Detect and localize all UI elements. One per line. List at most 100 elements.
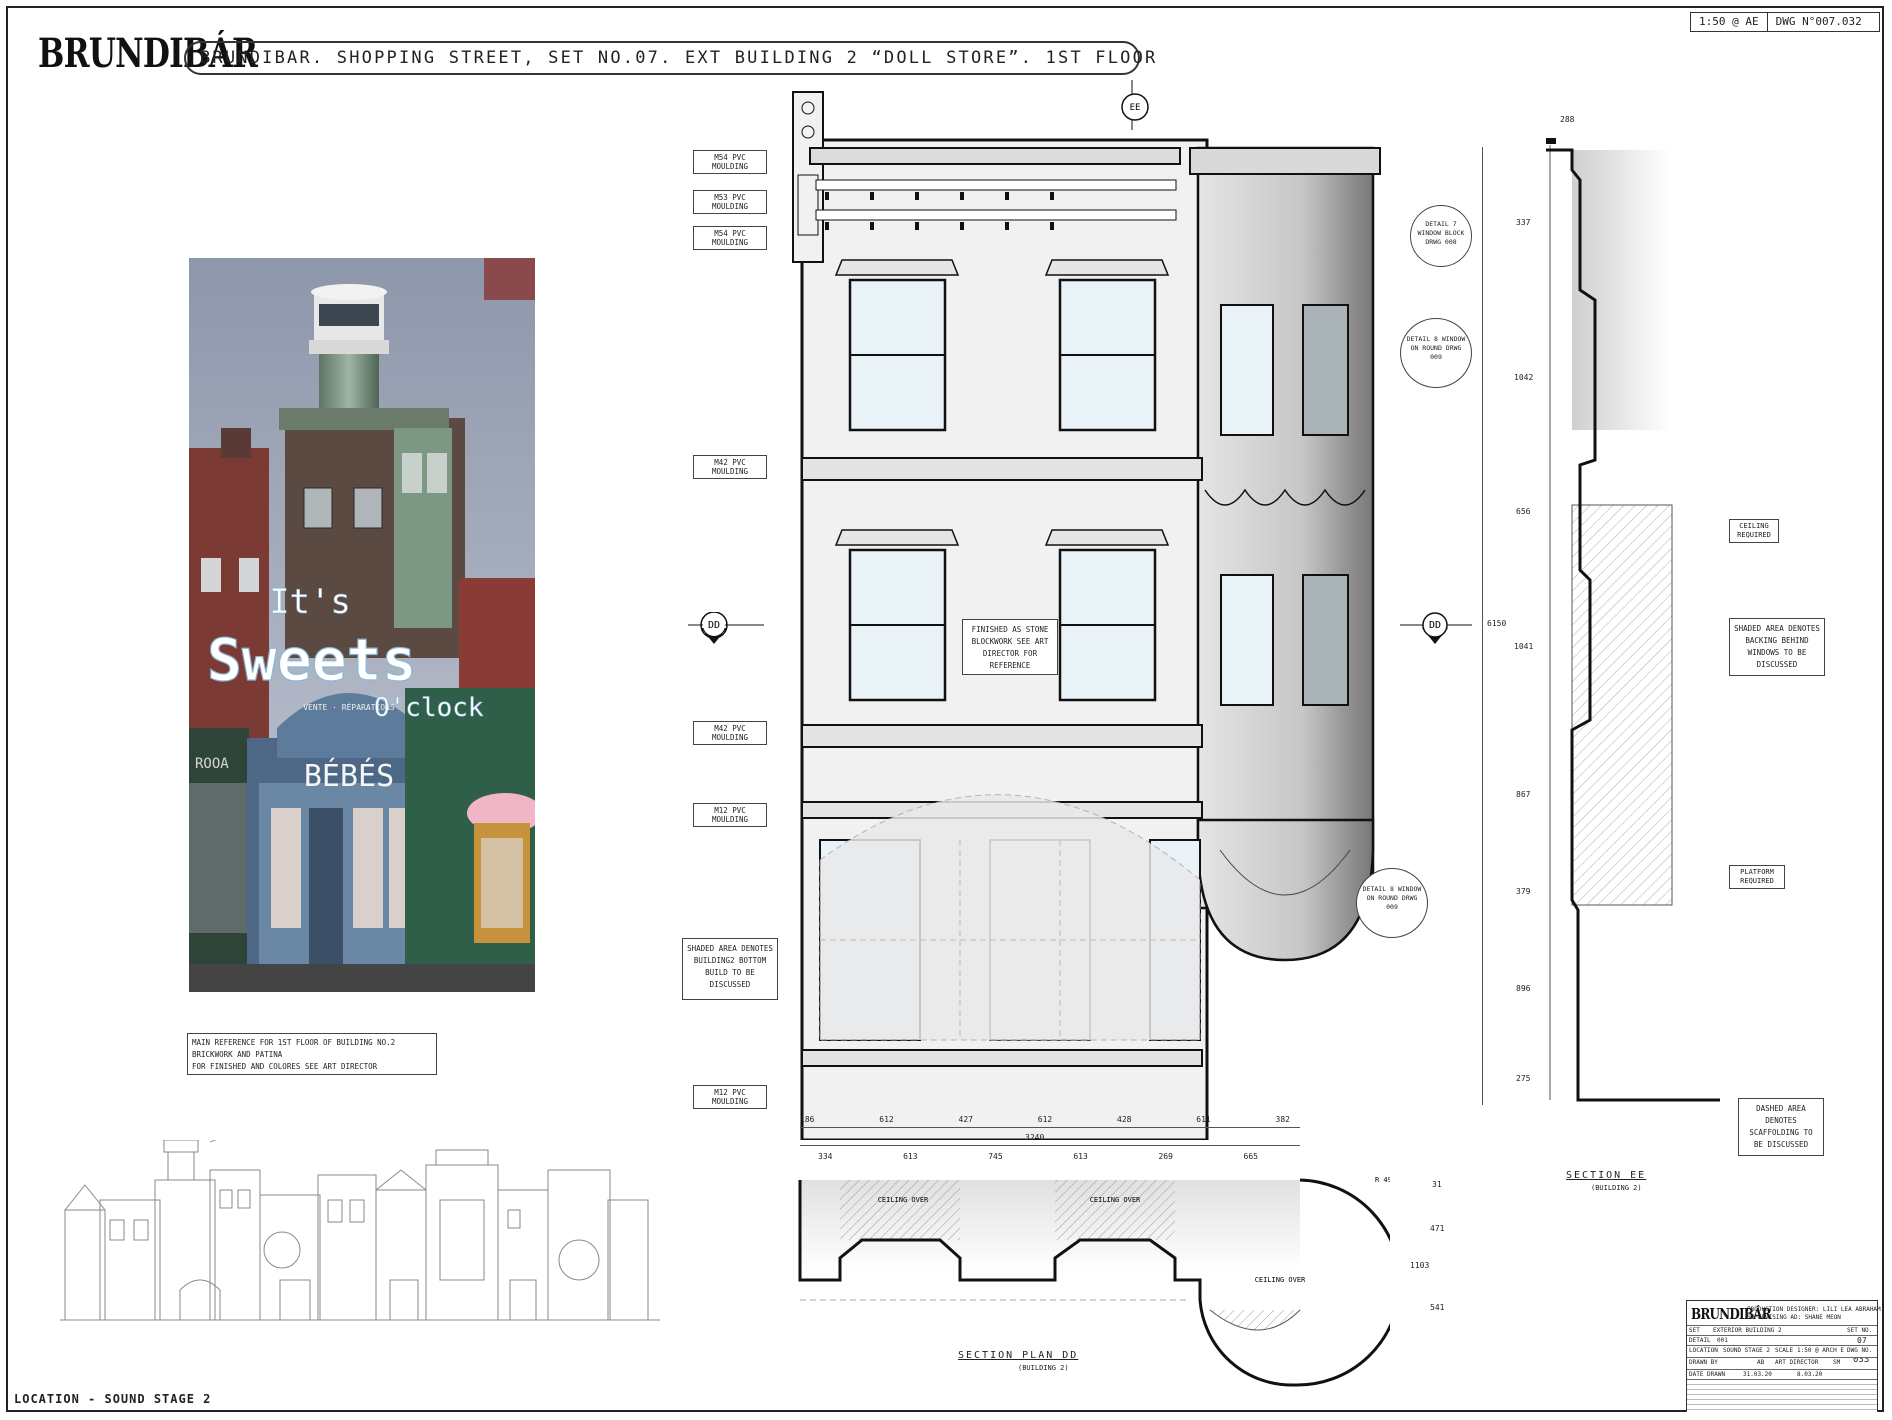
street-sketch bbox=[60, 1140, 660, 1321]
drawing-sheet: BRUNDIBÁR BRUNDIBAR. SHOPPING STREET, SE… bbox=[0, 0, 1892, 1420]
scale-value: 1:50 @ AE bbox=[1691, 13, 1768, 31]
sheet-title: BRUNDIBAR. SHOPPING STREET, SET NO.07. E… bbox=[184, 41, 1155, 75]
dd-marker-right: DD bbox=[1400, 612, 1472, 644]
note-detail-7: DETAIL 7 WINDOW BLOCK DRWG 008 bbox=[1410, 205, 1472, 267]
title-block-designer: PRODUCTION DESIGNER: LILI LEA ABRAHAM bbox=[1747, 1306, 1881, 1313]
tb-set-value: EXTERIOR BUILDING 2 bbox=[1713, 1327, 1782, 1334]
tb-location-label: LOCATION bbox=[1689, 1347, 1718, 1354]
tag-m54-low: M54 PVC MOULDING bbox=[693, 226, 767, 250]
plan-dim-right-4: 541 bbox=[1430, 1303, 1445, 1312]
section-plan-sub: (BUILDING 2) bbox=[1018, 1364, 1069, 1372]
main-reference-line1: MAIN REFERENCE FOR 1ST FLOOR OF BUILDING… bbox=[192, 1038, 396, 1047]
note-ceiling-required: CEILING REQUIRED bbox=[1729, 519, 1779, 543]
plan-ceiling-2: CEILING OVER bbox=[1090, 1196, 1141, 1204]
plan-radius: R 493 bbox=[1375, 1176, 1390, 1184]
tb-set-no: 07 bbox=[1857, 1336, 1867, 1345]
tb-date-label: DATE DRAWN bbox=[1689, 1371, 1726, 1378]
main-reference-note: MAIN REFERENCE FOR 1ST FLOOR OF BUILDING… bbox=[187, 1033, 437, 1075]
note-shaded-backing: SHADED AREA DENOTES BACKING BEHIND WINDO… bbox=[1729, 618, 1825, 676]
plan-ceiling-3: CEILING OVER bbox=[1255, 1276, 1306, 1284]
dim-e2: 612 bbox=[879, 1115, 894, 1124]
plan-dim-right-1: 31 bbox=[1432, 1180, 1442, 1189]
photo-its: It's bbox=[269, 582, 351, 622]
title-block-supervising: SUPERVISING AD: SHANE MEON bbox=[1747, 1314, 1841, 1321]
dim-e7: 382 bbox=[1275, 1115, 1290, 1124]
section-ee-title: SECTION EE bbox=[1566, 1170, 1647, 1181]
tb-drawn-value: AB bbox=[1757, 1359, 1765, 1366]
section-ee-drawing bbox=[1546, 138, 1720, 1102]
dim-e5: 428 bbox=[1117, 1115, 1132, 1124]
title-block: BRUNDIBÁR PRODUCTION DESIGNER: LILI LEA … bbox=[1686, 1300, 1881, 1414]
front-elevation: EE bbox=[792, 80, 1381, 1140]
photo-awning: ROOA bbox=[195, 756, 229, 772]
note-stone-finish: FINISHED AS STONE BLOCKWORK SEE ART DIRE… bbox=[962, 619, 1058, 675]
title-block-signoff-grid bbox=[1687, 1379, 1877, 1414]
section-h2: 1042 bbox=[1514, 373, 1534, 382]
dim-p3: 745 bbox=[988, 1152, 1003, 1161]
elevation-total-width: 3240 bbox=[1025, 1133, 1045, 1142]
tb-dwg-no: 033 bbox=[1853, 1357, 1870, 1365]
section-plan-title: SECTION PLAN DD bbox=[958, 1350, 1079, 1361]
dd-marker-left: DD bbox=[688, 612, 764, 644]
tb-approved-value: 8.03.20 bbox=[1797, 1371, 1823, 1378]
dim-p2: 613 bbox=[903, 1152, 918, 1161]
section-h3: 656 bbox=[1516, 507, 1531, 516]
tb-ad-label: ART DIRECTOR bbox=[1775, 1359, 1819, 1366]
section-h1: 337 bbox=[1516, 218, 1531, 227]
height-dim-line bbox=[1482, 147, 1483, 1105]
drawing-number: DWG N°007.032 bbox=[1775, 15, 1862, 28]
dim-line-2 bbox=[800, 1145, 1300, 1146]
note-shaded-bottom: SHADED AREA DENOTES BUILDING2 BOTTOM BUI… bbox=[682, 938, 778, 1000]
photo-shop-arc: VENTE · RÉPARATIONS bbox=[303, 701, 395, 712]
note-dashed-area: DASHED AREA DENOTES SCAFFOLDING TO BE DI… bbox=[1738, 1098, 1824, 1156]
reference-photo: It's Sweets O'clock VENTE · RÉPARATIONS … bbox=[189, 258, 535, 992]
dim-p1: 334 bbox=[818, 1152, 833, 1161]
height-total: 6150 bbox=[1487, 619, 1507, 628]
section-ee-sub: (BUILDING 2) bbox=[1591, 1184, 1642, 1192]
tag-m12-b: M12 PVC MOULDING bbox=[693, 1085, 767, 1109]
elevation-dims-row1: 186 612 427 612 428 611 382 bbox=[800, 1115, 1290, 1124]
tag-m42-b: M42 PVC MOULDING bbox=[693, 721, 767, 745]
section-h8: 275 bbox=[1516, 1074, 1531, 1083]
tag-m12-a: M12 PVC MOULDING bbox=[693, 803, 767, 827]
dim-p4: 613 bbox=[1073, 1152, 1088, 1161]
main-reference-line2: BRICKWORK AND PATINA bbox=[192, 1050, 283, 1059]
photo-shop-sign: BÉBÉS bbox=[304, 758, 394, 794]
section-plan-dd: CEILING OVER CEILING OVER CEILING OVER R… bbox=[798, 1176, 1390, 1387]
section-h5: 867 bbox=[1516, 790, 1531, 799]
tb-scale-label: SCALE bbox=[1775, 1347, 1794, 1354]
dim-line-1 bbox=[800, 1127, 1300, 1128]
dim-e4: 612 bbox=[1037, 1115, 1053, 1124]
section-h4: 1041 bbox=[1514, 642, 1534, 651]
section-h6: 379 bbox=[1516, 887, 1531, 896]
dim-p6: 665 bbox=[1243, 1152, 1258, 1161]
scale-box: 1:50 @ AE DWG N°007.032 bbox=[1690, 12, 1880, 32]
section-h7: 896 bbox=[1516, 984, 1531, 993]
tb-location-value: SOUND STAGE 2 bbox=[1723, 1347, 1770, 1354]
dim-p5: 269 bbox=[1158, 1152, 1173, 1161]
plan-dim-right-3: 1103 bbox=[1410, 1261, 1430, 1270]
plan-ceiling-1: CEILING OVER bbox=[878, 1196, 929, 1204]
plan-dims-row: 334 613 745 613 269 665 bbox=[818, 1152, 1258, 1161]
dim-e6: 611 bbox=[1196, 1115, 1211, 1124]
dd-left-label: DD bbox=[708, 620, 720, 631]
plan-dim-right-2: 471 bbox=[1430, 1224, 1445, 1233]
dim-e3: 427 bbox=[958, 1115, 973, 1124]
tag-m53: M53 PVC MOULDING bbox=[693, 190, 767, 214]
tb-detail-label: DETAIL bbox=[1689, 1337, 1711, 1344]
tag-m42-a: M42 PVC MOULDING bbox=[693, 455, 767, 479]
tag-m54-top: M54 PVC MOULDING bbox=[693, 150, 767, 174]
main-reference-line3: FOR FINISHED AND COLORES SEE ART DIRECTO… bbox=[192, 1062, 378, 1071]
tb-drawn-label: DRAWN BY bbox=[1689, 1359, 1718, 1366]
tb-dwg-no-label: DWG NO. bbox=[1847, 1347, 1873, 1354]
photo-sweets: Sweets bbox=[207, 626, 417, 694]
note-detail-8-upper: DETAIL 8 WINDOW ON ROUND DRWG 009 bbox=[1400, 318, 1472, 388]
tb-detail-value: 001 bbox=[1717, 1337, 1728, 1344]
dim-e1: 186 bbox=[800, 1115, 815, 1124]
section-top-dim: 288 bbox=[1560, 115, 1575, 124]
tb-date-value: 31.03.20 bbox=[1743, 1371, 1772, 1378]
tb-ad-value: SM bbox=[1833, 1359, 1841, 1366]
tb-set-no-label: SET NO. bbox=[1847, 1327, 1873, 1334]
location-label: LOCATION - SOUND STAGE 2 bbox=[14, 1392, 212, 1406]
dd-right-label: DD bbox=[1429, 620, 1441, 631]
